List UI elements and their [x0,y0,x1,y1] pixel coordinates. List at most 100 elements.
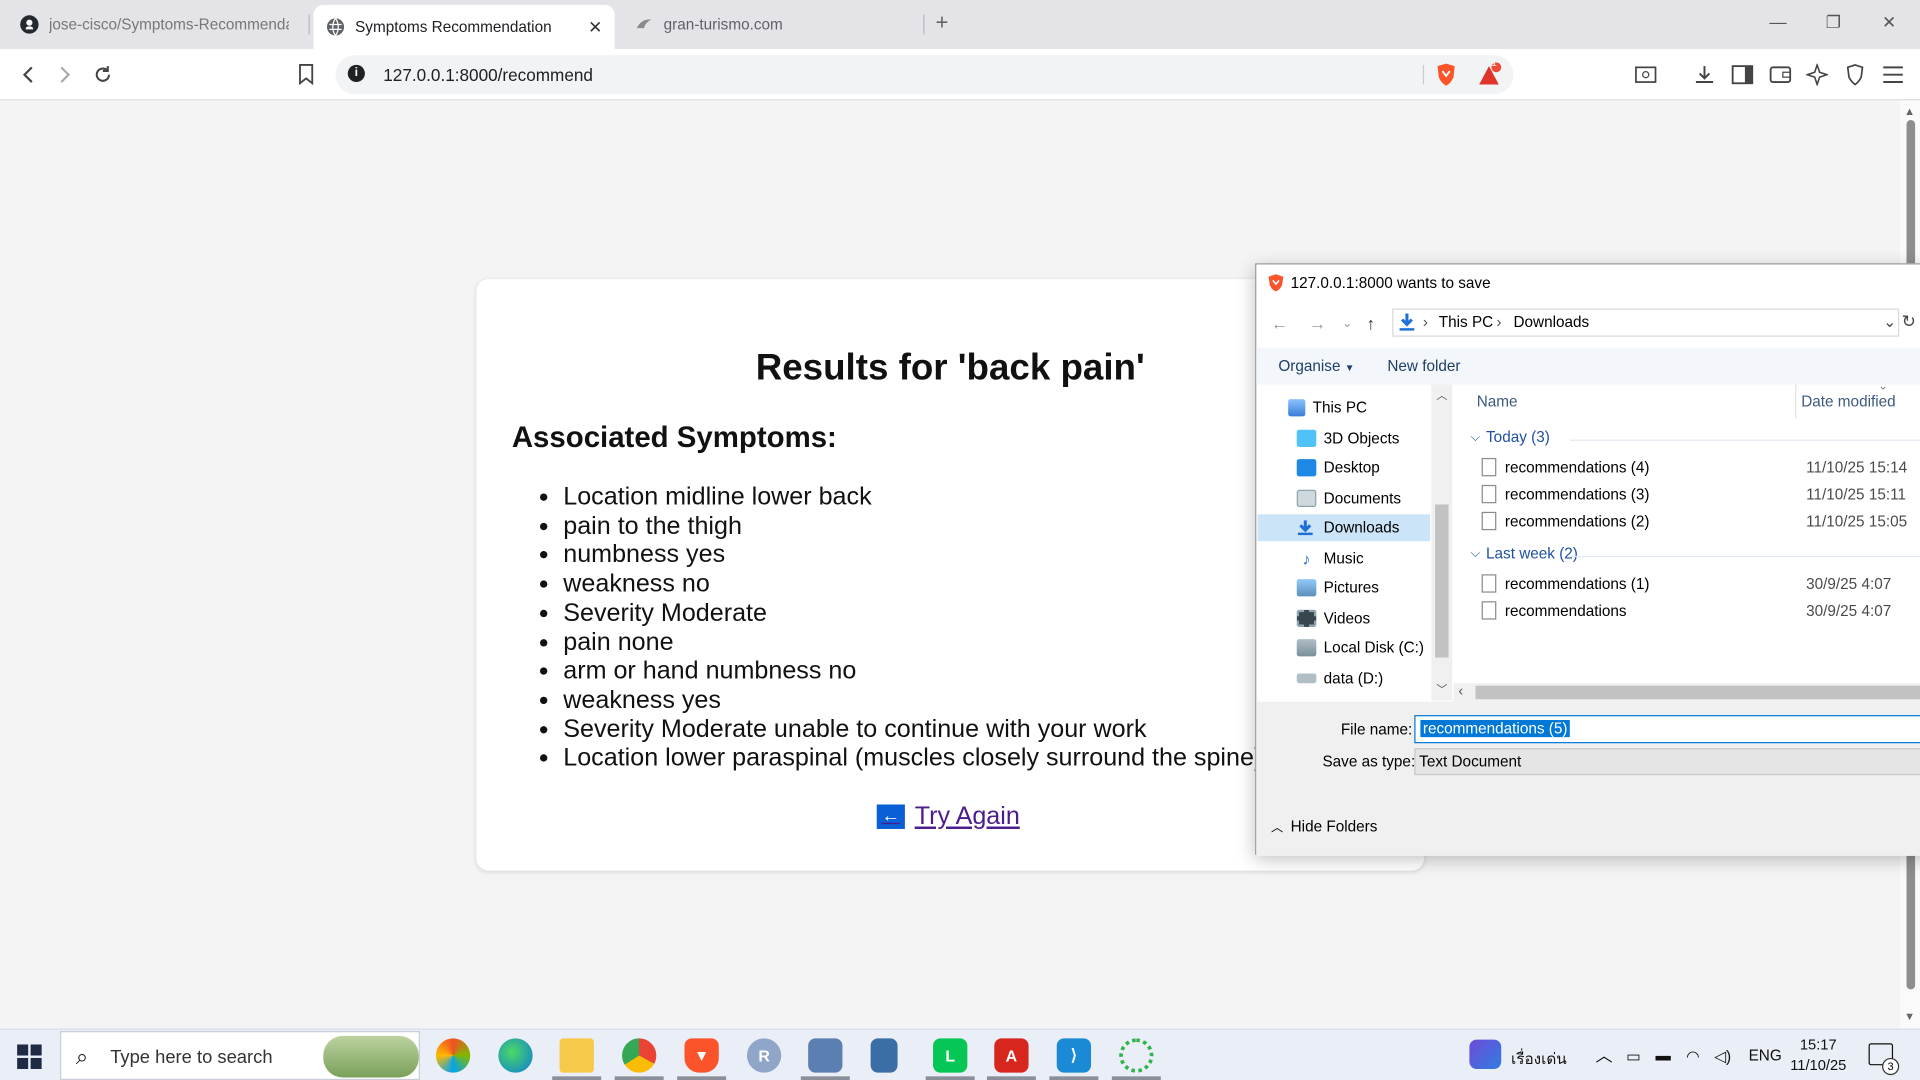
calculator-icon[interactable] [870,1038,898,1073]
search-highlight-image[interactable] [323,1035,419,1078]
close-tab-icon[interactable]: ✕ [588,17,602,38]
organise-button[interactable]: Organise ▼ [1278,358,1354,375]
scroll-thumb[interactable] [1475,685,1920,700]
reader-mode-icon[interactable] [1632,61,1659,88]
site-info-icon[interactable]: i [347,64,365,83]
file-row[interactable]: recommendations (4) 11/10/25 15:14 [1481,457,1920,477]
new-tab-icon[interactable]: + [936,10,949,36]
file-row[interactable]: recommendations 30/9/25 4:07 [1481,601,1920,620]
active-app-indicator [925,1076,975,1080]
volume-icon[interactable]: ◁) [1714,1047,1731,1065]
section-heading: Associated Symptoms: [511,421,837,455]
wallet-icon[interactable] [1767,61,1794,88]
refresh-icon[interactable]: ↻ [1902,311,1916,332]
address-breadcrumb[interactable]: › This PC › Downloads ⌄ [1392,308,1900,337]
clock[interactable]: 15:17 11/10/25 [1790,1035,1846,1077]
nav-item-desktop[interactable]: Desktop [1296,454,1380,481]
up-arrow-icon[interactable]: ↑ [1367,313,1376,333]
file-name-input[interactable]: recommendations (5) [1414,715,1920,744]
vpn-icon[interactable] [1842,61,1869,88]
windows-start-icon[interactable] [17,1044,42,1069]
menu-icon[interactable] [1880,61,1907,88]
battery-icon[interactable]: ▬ [1656,1047,1671,1064]
remote-desktop-icon[interactable] [808,1038,843,1073]
file-name-value: recommendations (5) [1420,720,1570,738]
scroll-down-icon[interactable]: ﹀ [1436,681,1447,697]
nav-item-downloads[interactable]: Downloads [1257,514,1431,542]
brave-icon[interactable]: ▾ [684,1038,719,1073]
copilot-icon[interactable] [435,1038,471,1073]
scroll-up-icon[interactable]: ▲ [1904,105,1915,117]
new-folder-button[interactable]: New folder [1387,358,1460,375]
group-header-today[interactable]: ⌵ Today (3) [1471,429,1550,446]
hide-folders-button[interactable]: ︿ Hide Folders [1271,817,1377,835]
nav-item-documents[interactable]: Documents [1296,485,1401,512]
file-row[interactable]: recommendations (3) 11/10/25 15:11 [1481,484,1920,504]
sort-chevron-icon: ⌄ [1878,379,1888,392]
meet-now-icon[interactable]: ▭ [1626,1047,1640,1065]
forward-icon[interactable] [51,61,78,88]
recent-locations-icon[interactable]: ⌄ [1342,317,1352,330]
bookmark-icon[interactable] [293,61,320,88]
tab-gran-turismo[interactable]: gran-turismo.com [622,6,916,43]
spinner-app-icon[interactable] [1119,1038,1154,1073]
file-row[interactable]: recommendations (2) 11/10/25 15:05 [1481,511,1920,531]
breadcrumb-downloads[interactable]: Downloads [1513,313,1589,330]
download-icon[interactable] [1691,61,1718,88]
column-header-name[interactable]: Name [1477,393,1518,410]
tab-symptoms-recommendation[interactable]: Symptoms Recommendation ✕ [313,4,615,49]
back-icon[interactable] [15,61,42,88]
column-header-date-modified[interactable]: Date modified [1801,393,1895,410]
nav-item-videos[interactable]: Videos [1296,605,1370,632]
active-app-indicator [552,1076,602,1080]
wifi-icon[interactable]: ◠ [1686,1047,1699,1065]
vscode-icon[interactable]: ⟩ [1056,1038,1092,1073]
restore-icon[interactable]: ❐ [1826,12,1841,33]
r-icon[interactable]: R [746,1038,782,1073]
nav-item-local-disk[interactable]: Local Disk (C:) [1296,634,1424,661]
news-widget-icon[interactable] [1469,1039,1502,1069]
minimize-icon[interactable]: — [1769,12,1786,32]
try-again-link[interactable]: ← Try Again [876,802,1020,831]
brave-shields-icon[interactable] [1435,62,1457,93]
tab-github[interactable]: jose-cisco/Symptoms-Recommendati [7,6,301,43]
group-header-last-week[interactable]: ⌵ Last week (2) [1471,545,1578,562]
globe-icon [326,17,346,37]
line-icon[interactable]: L [933,1038,968,1073]
reload-icon[interactable] [89,61,116,88]
nav-item-data-d[interactable]: data (D:) [1296,665,1383,692]
file-list-horizontal-scrollbar[interactable]: ‹ [1453,682,1920,702]
chrome-icon[interactable] [622,1038,657,1073]
edge-icon[interactable] [498,1038,533,1073]
show-hidden-icons-chevron-icon[interactable]: ︿ [1596,1043,1613,1067]
nav-item-pictures[interactable]: Pictures [1296,574,1379,601]
nav-item-music[interactable]: ♪ Music [1297,545,1364,572]
file-row[interactable]: recommendations (1) 30/9/25 4:07 [1481,574,1920,593]
scroll-down-icon[interactable]: ▼ [1904,1010,1915,1022]
chevron-down-icon[interactable]: ⌄ [1883,312,1896,330]
taskbar-search[interactable]: ⌕ Type here to search [60,1031,421,1080]
leo-ai-icon[interactable] [1804,61,1831,88]
scroll-left-icon[interactable]: ‹ [1458,682,1463,699]
language-indicator[interactable]: ENG [1749,1047,1782,1064]
acrobat-icon[interactable]: A [994,1038,1029,1073]
organise-label: Organise [1278,357,1341,375]
news-widget-label[interactable]: เรื่องเด่น [1511,1047,1567,1071]
nav-item-this-pc[interactable]: This PC [1288,394,1367,421]
close-window-icon[interactable]: ✕ [1882,12,1896,33]
scroll-up-icon[interactable]: ︿ [1436,387,1447,403]
navigation-scrollbar[interactable]: ︿ ﹀ [1431,384,1453,701]
scroll-thumb[interactable] [1435,504,1449,658]
address-bar[interactable]: i 127.0.0.1:8000/recommend 1 [335,55,1514,95]
forward-arrow-icon[interactable]: → [1309,313,1326,333]
brave-rewards-icon[interactable] [1477,62,1504,93]
back-arrow-icon: ← [876,804,905,829]
gt-icon [634,15,654,35]
back-arrow-icon[interactable]: ← [1271,313,1288,333]
nav-item-3d-objects[interactable]: 3D Objects [1296,425,1399,452]
file-explorer-icon[interactable] [559,1038,594,1073]
save-as-type-select[interactable]: Text Document [1414,748,1920,776]
breadcrumb-this-pc[interactable]: This PC [1439,313,1493,330]
sidebar-icon[interactable] [1729,61,1756,88]
browser-tab-bar: jose-cisco/Symptoms-Recommendati Symptom… [0,0,1920,49]
